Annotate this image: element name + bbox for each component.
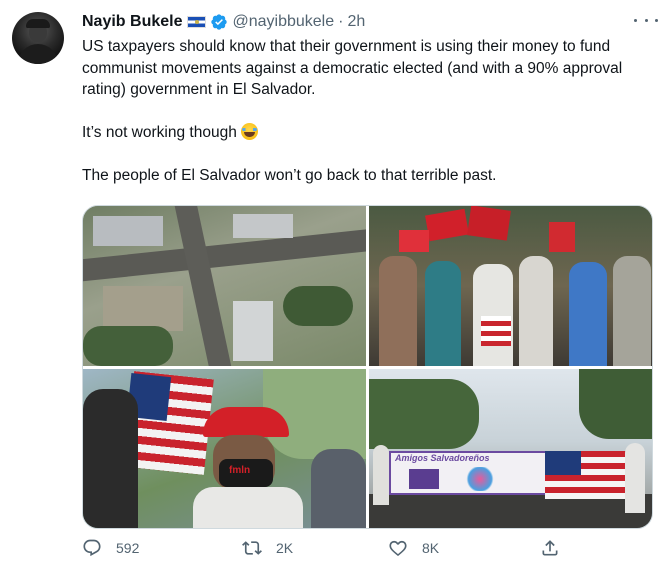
tweet-paragraph-2: It’s not working though [82, 122, 652, 144]
like-count: 8K [422, 540, 440, 556]
tweet-text: US taxpayers should know that their gove… [82, 36, 652, 187]
banner-text: Amigos Salvadoreños [395, 453, 490, 463]
avatar-shoulders [18, 44, 58, 64]
like-button[interactable]: 8K [388, 538, 439, 558]
share-button[interactable] [540, 538, 560, 558]
tweet-header: Nayib Bukele @nayibbukele · 2h [82, 10, 654, 34]
tweet-paragraph-1: US taxpayers should know that their gove… [82, 38, 623, 98]
el-salvador-flag-icon [187, 16, 207, 28]
cap-text: fmln [229, 465, 251, 476]
retweet-button[interactable]: 2K [242, 538, 293, 558]
author-name[interactable]: Nayib Bukele [82, 13, 182, 31]
media-flag-cap-photo[interactable]: fmln [83, 369, 366, 528]
separator-dot: · [338, 13, 344, 30]
reply-icon [83, 539, 101, 557]
share-icon [542, 540, 558, 556]
reply-count: 592 [116, 540, 140, 556]
retweet-count: 2K [276, 540, 294, 556]
media-aerial-photo[interactable] [83, 206, 366, 366]
tweet-paragraph-2-text: It’s not working though [82, 124, 237, 141]
author-handle[interactable]: @nayibbukele [232, 13, 334, 31]
author-avatar[interactable] [12, 12, 64, 64]
heart-icon [389, 540, 407, 556]
avatar-cap [26, 19, 50, 28]
tweet-actions: 592 2K 8K [82, 538, 572, 568]
media-crowd-flags-photo[interactable] [369, 206, 652, 366]
retweet-icon [242, 541, 262, 555]
joy-face-emoji-icon [241, 123, 259, 140]
media-banner-photo[interactable]: Amigos Salvadoreños [369, 369, 652, 528]
tweet-timestamp[interactable]: 2h [347, 13, 365, 31]
tweet-paragraph-3: The people of El Salvador won’t go back … [82, 167, 497, 184]
more-options-icon[interactable] [634, 10, 658, 30]
verified-badge-icon [211, 14, 228, 30]
tweet-media-grid: fmln Amigos Salvadoreños [82, 205, 653, 529]
reply-button[interactable]: 592 [82, 538, 139, 558]
